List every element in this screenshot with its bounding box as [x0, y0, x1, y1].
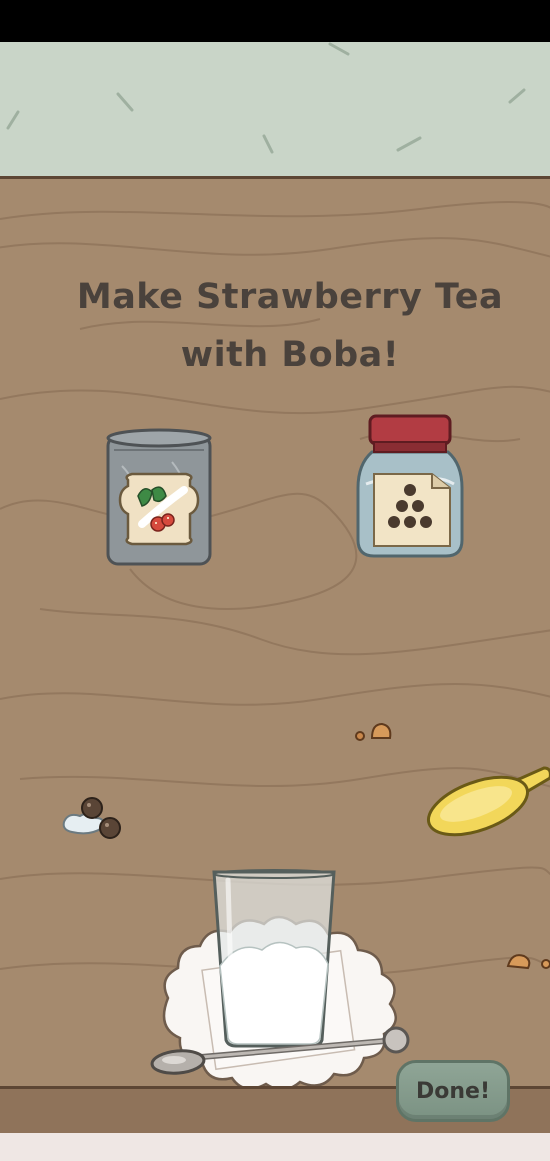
instruction-line-2: with Boba! — [180, 335, 400, 375]
scoop-icon — [426, 766, 550, 837]
spoon-icon — [150, 1026, 410, 1075]
glass[interactable] — [208, 866, 340, 1048]
scattered-crumbs — [504, 946, 550, 974]
spilled-boba — [60, 794, 128, 844]
crumbs-icon — [355, 722, 392, 741]
boba-jar-icon — [356, 414, 464, 558]
boba-crumbs — [352, 718, 396, 744]
wall-texture — [6, 42, 526, 154]
strawberry-tea-tin-icon — [106, 428, 212, 566]
crumbs-icon — [506, 954, 550, 970]
instruction-title: Make Strawberry Tea with Boba! — [40, 268, 540, 384]
instruction-line-1: Make Strawberry Tea — [76, 277, 504, 317]
boba-jar[interactable] — [354, 414, 466, 564]
done-button[interactable]: Done! — [396, 1060, 510, 1122]
done-button-label: Done! — [416, 1078, 490, 1104]
scoop[interactable] — [422, 756, 550, 838]
strawberry-tea-tin[interactable] — [102, 426, 216, 572]
status-bar — [0, 0, 550, 42]
glass-station — [150, 862, 420, 1091]
spilled-boba-icon — [62, 797, 121, 839]
wall-background — [0, 42, 550, 176]
spoon[interactable] — [150, 1022, 412, 1080]
glass-icon — [212, 869, 336, 1048]
floor — [0, 1133, 550, 1161]
